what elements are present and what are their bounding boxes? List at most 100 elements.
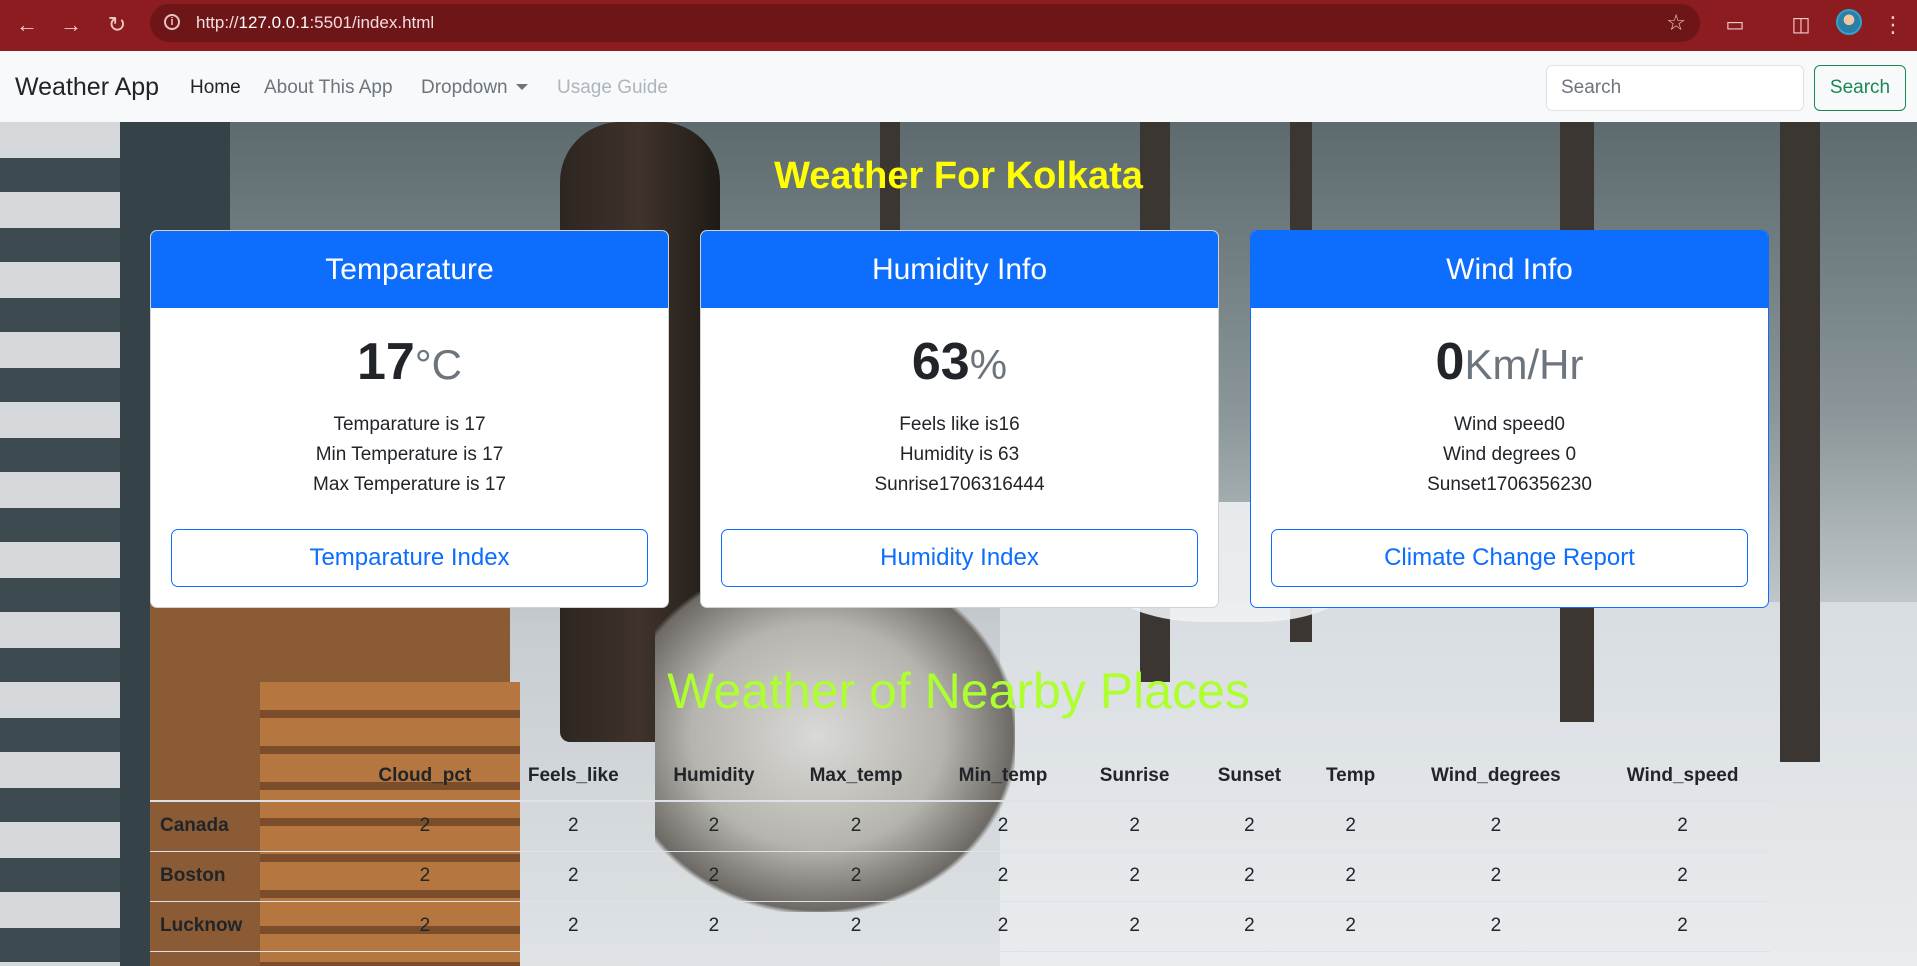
table-cell: 2 [1194,801,1305,852]
page-title: Weather For Kolkata [774,155,1143,197]
side-panel-icon[interactable]: ◫ [1786,10,1816,40]
wind-unit: Km/Hr [1464,341,1584,388]
table-row: Boston 2 2 2 2 2 2 2 2 2 2 [150,851,1770,902]
table-cell: 2 [646,851,782,902]
table-cell: 2 [1396,801,1596,852]
card-line: Sunrise1706316444 [874,474,1045,495]
card-value: 63% [701,332,1218,392]
bookmark-star-icon[interactable]: ☆ [1666,10,1686,36]
nav-dropdown-label: Dropdown [421,77,508,98]
table-cell: 2 [1075,801,1195,852]
climate-change-report-button[interactable]: Climate Change Report [1271,529,1748,587]
column-header [150,751,350,802]
table-cell: 2 [1075,901,1195,952]
column-header: Cloud_pct [350,751,500,802]
search-input[interactable] [1546,65,1804,111]
browser-toolbar: ← → ↻ i http://127.0.0.1:5501/index.html… [0,0,1917,51]
menu-kebab-icon[interactable]: ⋮ [1878,10,1908,40]
navbar: Weather App Home About This App Dropdown… [0,51,1917,122]
nav-about[interactable]: About This App [264,77,393,99]
table-cell: 2 [781,801,931,852]
address-bar[interactable]: i http://127.0.0.1:5501/index.html ☆ [150,4,1700,42]
wind-value: 0 [1435,333,1465,391]
nav-home[interactable]: Home [190,77,241,99]
column-header: Temp [1304,751,1397,802]
temperature-card: Temparature 17°C Temparature is 17 Min T… [150,230,669,608]
table-cell: 2 [1304,801,1397,852]
table-cell: 2 [930,801,1076,852]
card-value: 0Km/Hr [1251,332,1768,392]
card-line: Sunset1706356230 [1427,474,1592,495]
table-cell: 2 [350,901,500,952]
card-line: Humidity is 63 [899,444,1020,465]
brand[interactable]: Weather App [15,73,159,102]
table-cell: 2 [1595,801,1770,852]
humidity-value: 63 [911,333,970,391]
place-name: Boston [150,851,350,902]
column-header: Wind_degrees [1396,751,1596,802]
card-header: Temparature [151,231,668,308]
table-cell: 2 [646,901,782,952]
column-header: Max_temp [781,751,931,802]
reload-icon[interactable]: ↻ [102,10,132,40]
card-value: 17°C [151,332,668,392]
table-cell: 2 [1595,851,1770,902]
temperature-index-button[interactable]: Temparature Index [171,529,648,587]
table-cell: 2 [350,851,500,902]
card-header: Humidity Info [701,231,1218,308]
place-name: Lucknow [150,901,350,952]
nav-usage-guide: Usage Guide [557,77,668,98]
search-button[interactable]: Search [1814,65,1906,111]
table-cell: 2 [499,801,647,852]
table-cell: 2 [1194,901,1305,952]
back-arrow-icon[interactable]: ← [12,10,42,40]
card-line: Min Temperature is 17 [315,444,504,465]
table-cell: 2 [1304,851,1397,902]
forward-arrow-icon[interactable]: → [56,10,86,40]
address-url[interactable]: http://127.0.0.1:5501/index.html [196,13,434,33]
nearby-section-title: Weather of Nearby Places [667,663,1250,719]
column-header: Feels_like [499,751,647,802]
temperature-value: 17 [357,333,415,391]
place-name: Canada [150,801,350,852]
temperature-unit: °C [414,341,462,388]
table-cell: 2 [781,851,931,902]
table-cell: 2 [499,901,647,952]
caret-down-icon [515,84,528,90]
card-line: Wind speed0 [1454,414,1565,435]
table-cell: 2 [350,801,500,852]
nearby-weather-table: Cloud_pct Feels_like Humidity Max_temp M… [150,751,1770,952]
humidity-index-button[interactable]: Humidity Index [721,529,1198,587]
card-header: Wind Info [1251,231,1768,308]
table-cell: 2 [1304,901,1397,952]
column-header: Humidity [646,751,782,802]
table-header-row: Cloud_pct Feels_like Humidity Max_temp M… [150,751,1770,802]
wind-card: Wind Info 0Km/Hr Wind speed0 Wind degree… [1250,230,1769,608]
card-line: Max Temperature is 17 [313,474,506,495]
table-cell: 2 [1396,901,1596,952]
table-cell: 2 [1194,851,1305,902]
cabin-snow [0,122,120,966]
table-cell: 2 [1396,851,1596,902]
profile-avatar[interactable] [1836,9,1862,35]
table-cell: 2 [499,851,647,902]
table-cell: 2 [930,901,1076,952]
table-cell: 2 [646,801,782,852]
extensions-icon[interactable]: ▭ [1720,10,1750,40]
table-cell: 2 [1075,851,1195,902]
table-cell: 2 [1595,901,1770,952]
column-header: Wind_speed [1595,751,1770,802]
card-line: Feels like is16 [899,414,1020,435]
info-icon[interactable]: i [164,14,180,30]
nav-dropdown[interactable]: Dropdown [421,77,528,99]
column-header: Sunset [1194,751,1305,802]
humidity-card: Humidity Info 63% Feels like is16 Humidi… [700,230,1219,608]
table-cell: 2 [781,901,931,952]
table-row: Canada 2 2 2 2 2 2 2 2 2 2 [150,801,1770,852]
table-cell: 2 [930,851,1076,902]
card-line: Wind degrees 0 [1442,444,1577,465]
column-header: Min_temp [930,751,1076,802]
table-row: Lucknow 2 2 2 2 2 2 2 2 2 2 [150,901,1770,952]
column-header: Sunrise [1075,751,1195,802]
card-line: Temparature is 17 [333,414,486,435]
